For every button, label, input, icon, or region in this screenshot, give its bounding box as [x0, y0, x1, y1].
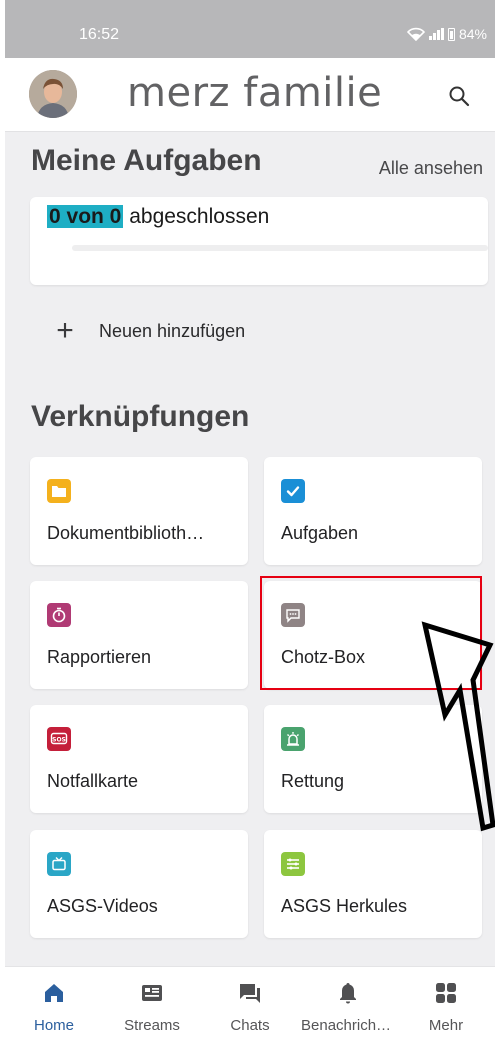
page-title: merz familie: [127, 70, 383, 116]
herkules-icon: [281, 852, 305, 876]
phone-screen: 16:52 84% merz familie Meine Aufgaben Al…: [5, 0, 495, 1045]
signal-icon: [428, 28, 444, 40]
search-icon[interactable]: [447, 84, 471, 108]
tile-label: ASGS-Videos: [47, 896, 158, 916]
nav-chats[interactable]: Chats: [201, 967, 299, 1045]
tv-icon: [47, 852, 71, 876]
tile-aufgaben[interactable]: Aufgaben: [264, 457, 482, 565]
nav-notifications[interactable]: Benachricht…: [299, 967, 397, 1045]
svg-text:SOS: SOS: [52, 737, 66, 744]
wifi-icon: [406, 27, 425, 41]
chats-icon: [240, 984, 260, 1003]
tile-label: Dokumentbiblioth…: [47, 523, 205, 543]
tile-asgs-herkules[interactable]: ASGS Herkules: [264, 830, 482, 938]
add-new-task-button[interactable]: + Neuen hinzufügen: [53, 316, 245, 346]
battery-level: 84%: [458, 26, 487, 42]
tile-label: Aufgaben: [281, 523, 359, 543]
progress-bar: [72, 245, 488, 251]
progress-suffix: abgeschlossen: [129, 205, 270, 228]
see-all-link[interactable]: Alle ansehen: [379, 158, 483, 179]
bell-icon: [340, 983, 356, 1004]
nav-label: Chats: [230, 1017, 270, 1034]
status-time: 16:52: [79, 26, 120, 43]
avatar-image: [29, 70, 77, 118]
tile-label: Rettung: [281, 771, 345, 791]
status-bar: 16:52 84%: [5, 0, 495, 58]
tile-asgs-videos[interactable]: ASGS-Videos: [30, 830, 248, 938]
nav-home[interactable]: Home: [5, 967, 103, 1045]
tile-rapportieren[interactable]: Rapportieren: [30, 581, 248, 689]
nav-label: Mehr: [428, 1017, 464, 1034]
tile-dokumentbibliothek[interactable]: Dokumentbiblioth…: [30, 457, 248, 565]
plus-icon: +: [56, 314, 74, 347]
nav-label: Benachricht…: [301, 1017, 396, 1034]
progress-text: 0 von 0 abgeschlossen: [47, 205, 269, 229]
add-new-label: Neuen hinzufügen: [99, 320, 246, 341]
tasks-progress-card[interactable]: 0 von 0 abgeschlossen: [30, 197, 488, 285]
stopwatch-icon: [47, 603, 71, 627]
tile-label: ASGS Herkules: [281, 896, 408, 916]
bottom-nav: Home Streams Chats Benachricht… Mehr: [5, 966, 495, 1045]
tile-label: Notfallkarte: [47, 771, 139, 791]
grid-icon: [436, 983, 456, 1003]
battery-icon: [447, 27, 455, 41]
shortcuts-heading: Verknüpfungen: [31, 400, 250, 433]
sos-icon: SOS: [47, 727, 71, 751]
tasks-heading: Meine Aufgaben: [31, 144, 262, 177]
streams-icon: [142, 985, 162, 1001]
app-header: merz familie: [5, 58, 495, 132]
nav-streams[interactable]: Streams: [103, 967, 201, 1045]
tile-label: Rapportieren: [47, 647, 152, 667]
annotation-arrow: [421, 621, 495, 832]
progress-count: 0 von 0: [47, 205, 124, 228]
siren-icon: [281, 727, 305, 751]
nav-label: Streams: [124, 1017, 180, 1034]
status-indicators: 84%: [406, 26, 487, 42]
folder-icon: [47, 479, 71, 503]
tile-notfallkarte[interactable]: SOS Notfallkarte: [30, 705, 248, 813]
avatar[interactable]: [29, 70, 77, 118]
checkbox-icon: [281, 479, 305, 503]
home-icon: [45, 984, 63, 1002]
nav-more[interactable]: Mehr: [397, 967, 495, 1045]
nav-label: Home: [33, 1017, 74, 1034]
